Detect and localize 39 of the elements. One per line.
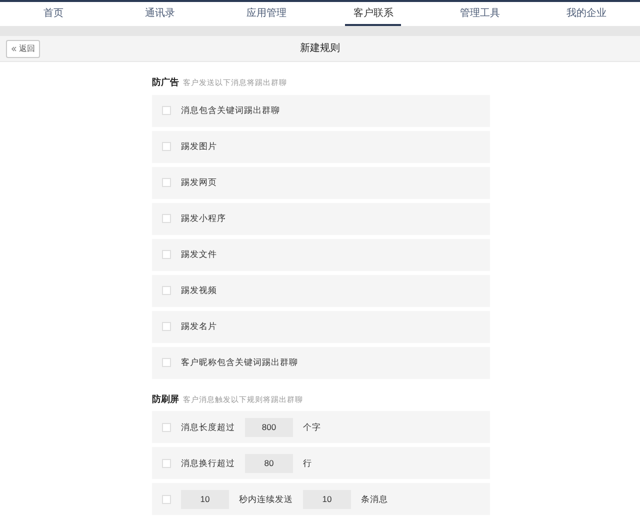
checkbox[interactable]	[162, 142, 171, 151]
nav-tab[interactable]: 通讯录	[137, 2, 183, 26]
checkbox[interactable]	[162, 106, 171, 115]
checkbox[interactable]	[162, 494, 171, 504]
rule-label: 消息换行超过	[181, 456, 235, 470]
rule-label: 消息长度超过	[181, 420, 235, 434]
back-button[interactable]: 返回	[6, 40, 40, 58]
rule-label: 踢发视频	[181, 284, 217, 297]
checkbox[interactable]	[162, 214, 171, 223]
number-field[interactable]: 800	[245, 418, 293, 436]
rule-label: 踢发名片	[181, 320, 217, 333]
checkbox[interactable]	[162, 458, 171, 468]
section-title: 防刷屏	[152, 392, 179, 406]
nav-tab[interactable]: 应用管理	[238, 2, 295, 26]
rule-label: 个字	[303, 420, 321, 434]
rule-label: 客户昵称包含关键词踢出群聊	[181, 356, 298, 369]
rule-label: 秒内连续发送	[239, 492, 293, 506]
nav-tab[interactable]: 首页	[35, 2, 72, 26]
rule-label: 消息包含关键词踢出群聊	[181, 104, 280, 117]
page-title: 新建规则	[300, 42, 340, 56]
checkbox[interactable]	[162, 286, 171, 295]
checkbox[interactable]	[162, 422, 171, 432]
checkbox[interactable]	[162, 358, 171, 367]
number-field[interactable]: 10	[303, 490, 351, 508]
rule-label: 行	[303, 456, 312, 470]
rule-label: 踢发网页	[181, 176, 217, 189]
checkbox[interactable]	[162, 178, 171, 187]
section-title: 防广告	[152, 76, 179, 89]
rule-label: 条消息	[361, 492, 388, 506]
number-field[interactable]: 10	[181, 490, 229, 508]
rule-label: 踢发图片	[181, 140, 217, 153]
checkbox[interactable]	[162, 250, 171, 259]
rule-label: 踢发文件	[181, 248, 217, 261]
nav-tab[interactable]: 管理工具	[452, 2, 508, 26]
checkbox[interactable]	[162, 322, 171, 331]
chevrons-left-icon	[11, 46, 17, 52]
nav-tab[interactable]: 我的企业	[558, 2, 615, 26]
rule-label: 踢发小程序	[181, 212, 226, 225]
number-field[interactable]: 80	[245, 454, 293, 472]
